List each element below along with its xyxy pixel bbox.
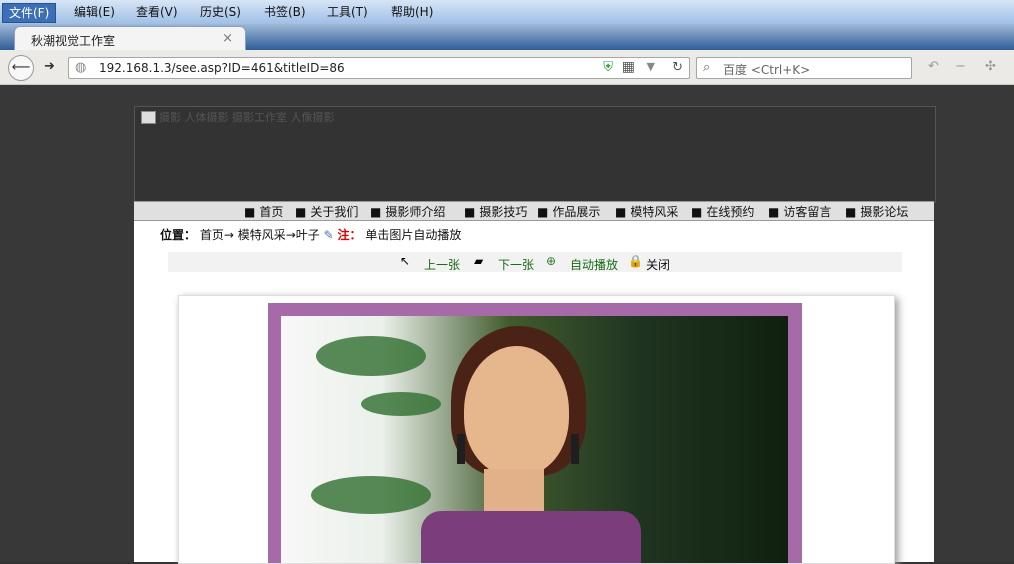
search-box[interactable]: ⌕ 百度 <Ctrl+K> [696,57,912,79]
note-text: 单击图片自动播放 [365,228,462,242]
menu-view[interactable]: 查看(V) [130,3,184,21]
nav-photographer[interactable]: ■ 摄影师介绍 [370,203,445,220]
site-navigation: ■ 首页 ■ 关于我们 ■ 摄影师介绍 ■ 摄影技巧 ■ 作品展示 ■ 模特风采 ■ 在线预约… [134,201,934,221]
next-icon[interactable]: ▰ [474,254,483,268]
menu-file[interactable]: 文件(F) [2,3,57,23]
nav-models[interactable]: ■ 模特风采 [615,203,678,220]
location-bar: 位置： 首页→ 模特风采→叶子 ✎ 注： 单击图片自动播放 [160,226,910,244]
search-icon: ⌕ [703,60,711,75]
address-bar[interactable]: ◍ 192.168.1.3/see.asp?ID=461&titleID=86 … [68,57,690,79]
menu-history[interactable]: 历史(S) [194,3,247,21]
web-page: 摄影 人体摄影 摄影工作室 人像摄影 ■ 首页 ■ 关于我们 ■ 摄影师介绍 ■ 摄影技… [0,85,1014,564]
url-text: 192.168.1.3/see.asp?ID=461&titleID=86 [99,61,345,75]
qr-code-icon[interactable]: ▦ [622,59,635,75]
dropdown-icon[interactable]: ▼ [647,60,655,73]
lock-icon[interactable]: 🔒 [628,254,643,268]
tab-title: 秋潮视觉工作室 [31,34,116,48]
menu-edit[interactable]: 编辑(E) [68,3,121,21]
nav-works[interactable]: ■ 作品展示 [537,203,600,220]
menu-bar: 文件(F) 编辑(E) 查看(V) 历史(S) 书签(B) 工具(T) 帮助(H… [0,0,1014,24]
note-icon: ✎ [323,228,334,242]
autoplay-link[interactable]: 自动播放 [570,256,618,273]
previous-icon[interactable]: ↖ [400,254,410,268]
nav-forum[interactable]: ■ 摄影论坛 [845,203,908,220]
nav-guestbook[interactable]: ■ 访客留言 [768,203,831,220]
forward-button[interactable]: ➜ [44,59,55,74]
menu-help[interactable]: 帮助(H) [385,3,439,21]
photo-frame [268,303,802,563]
banner-image-icon [141,111,156,124]
next-link[interactable]: 下一张 [498,256,534,273]
close-link[interactable]: 关闭 [646,256,670,273]
tab-strip: 秋潮视觉工作室 × + [0,24,1014,73]
browser-tab[interactable]: 秋潮视觉工作室 × [14,26,246,51]
tab-close-icon[interactable]: × [222,31,233,46]
navigation-bar: ⟵ ➜ ◍ 192.168.1.3/see.asp?ID=461&titleID… [0,50,1014,85]
note-label: 注： [337,228,362,242]
menu-bookmarks[interactable]: 书签(B) [258,3,312,21]
previous-link[interactable]: 上一张 [424,256,460,273]
undo-icon[interactable]: ↶ [928,59,939,74]
nav-booking[interactable]: ■ 在线预约 [691,203,754,220]
nav-home[interactable]: ■ 首页 [244,203,283,220]
location-path[interactable]: 首页→ 模特风采→叶子 [200,228,320,242]
search-placeholder: 百度 <Ctrl+K> [723,63,811,77]
reload-icon[interactable]: ↻ [672,60,683,75]
banner-title: 摄影 人体摄影 摄影工作室 人像摄影 [159,111,335,124]
extension-icon[interactable]: ✣ [985,59,996,74]
location-label: 位置： [160,228,197,242]
toolbar-dropdown-icon[interactable]: − [955,59,966,74]
autoplay-icon[interactable]: ⊕ [546,254,556,268]
nav-techniques[interactable]: ■ 摄影技巧 [464,203,527,220]
globe-icon: ◍ [75,60,87,75]
nav-about[interactable]: ■ 关于我们 [295,203,358,220]
photo-card[interactable] [178,295,895,564]
site-banner: 摄影 人体摄影 摄影工作室 人像摄影 [134,106,936,203]
photo-controls: ↖ 上一张 ▰ 下一张 ⊕ 自动播放 🔒 关闭 [168,252,902,272]
shield-icon[interactable]: ⛨ [603,60,613,75]
model-photo[interactable] [281,316,788,563]
content-container: 摄影 人体摄影 摄影工作室 人像摄影 ■ 首页 ■ 关于我们 ■ 摄影师介绍 ■ 摄影技… [134,106,936,564]
back-button[interactable]: ⟵ [8,55,34,81]
menu-tools[interactable]: 工具(T) [321,3,374,21]
